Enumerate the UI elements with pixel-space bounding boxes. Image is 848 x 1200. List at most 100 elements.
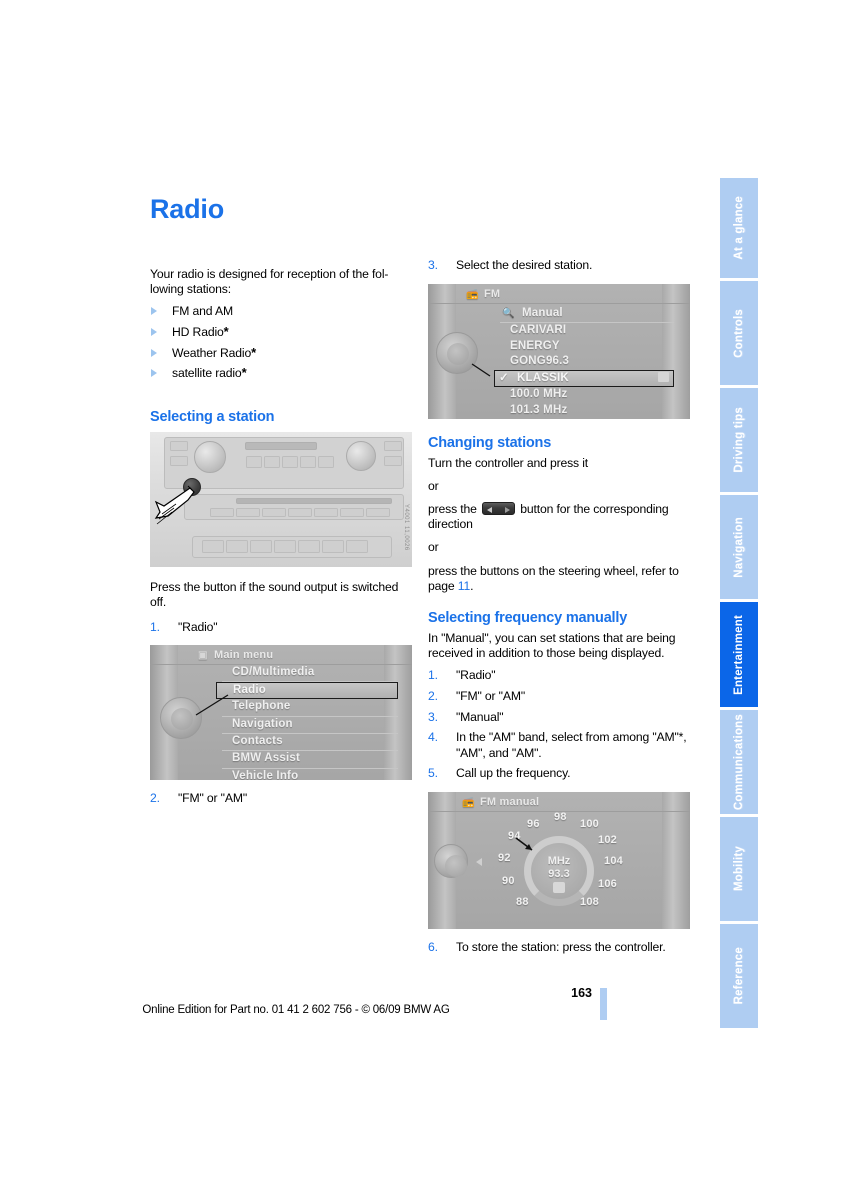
list-item: 5. Call up the frequency. xyxy=(428,766,690,782)
left-column: Radio Your radio is designed for recepti… xyxy=(150,196,412,806)
section-tab-rail: At a glance Controls Driving tips Naviga… xyxy=(720,178,758,1031)
triangle-bullet-icon xyxy=(151,369,157,378)
list-item-selected[interactable]: ✓ KLASSIK xyxy=(494,369,674,388)
dial-tick: 102 xyxy=(598,833,617,846)
step-number: 1. xyxy=(150,620,160,635)
menu-item[interactable]: Navigation xyxy=(222,717,398,734)
radio-tower-icon: 📻 xyxy=(466,288,479,300)
footnote-star: * xyxy=(223,324,229,339)
step-number: 2. xyxy=(150,790,160,805)
seek-rocker-button-icon xyxy=(482,502,516,515)
menu-item[interactable]: Telephone xyxy=(222,699,398,717)
dial-pointer-icon xyxy=(515,837,533,851)
list-item[interactable]: CARIVARI xyxy=(500,323,674,339)
station-label: KLASSIK xyxy=(517,371,569,384)
selecting-frequency-intro: In "Manual", you can set stations that a… xyxy=(428,631,676,661)
page-number: 163 xyxy=(571,986,592,1000)
list-item: 2. "FM" or "AM" xyxy=(428,689,690,705)
right-arrow-icon xyxy=(505,506,511,513)
dial-frequency: 93.3 xyxy=(548,868,570,881)
dial-tick: 98 xyxy=(554,810,567,823)
display-strip xyxy=(245,441,317,450)
page-reference-link[interactable]: 11 xyxy=(458,579,471,593)
intro-paragraph: Your radio is designed for reception of … xyxy=(150,267,389,297)
tab-communications[interactable]: Communications xyxy=(720,710,758,814)
station-label: Manual xyxy=(522,306,563,319)
station-types-list: FM and AM HD Radio* Weather Radio* satel… xyxy=(150,301,412,383)
page-title: Radio xyxy=(150,194,225,224)
dial-tick: 88 xyxy=(516,895,529,908)
menu-item[interactable]: Vehicle Info xyxy=(222,769,398,780)
list-item: 4. In the "AM" band, select from among "… xyxy=(428,730,690,761)
radio-tower-icon: 📻 xyxy=(462,796,475,808)
heading-selecting-a-station: Selecting a station xyxy=(150,408,275,425)
menu-item[interactable]: BMW Assist xyxy=(222,751,398,769)
dial-tick: 106 xyxy=(598,877,617,890)
changing-stations-line2: press the button for the corresponding d… xyxy=(428,502,690,532)
bullet-label: satellite radio xyxy=(172,366,242,381)
tab-entertainment[interactable]: Entertainment xyxy=(720,602,758,707)
upper-button-row xyxy=(246,455,334,468)
figure-caption-sound-output: Press the button if the sound output is … xyxy=(150,579,399,609)
footnote-star: * xyxy=(241,365,247,381)
dial-tick: 96 xyxy=(527,817,540,830)
selecting-station-steps-1-2: 1. "Radio" xyxy=(150,620,412,636)
main-menu-screen-figure: ▣ Main menu CD/Multimedia Radio Telephon… xyxy=(150,644,412,780)
left-rotary-knob xyxy=(194,440,226,473)
step-number: 3. xyxy=(428,709,438,724)
selecting-frequency-steps: 1. "Radio" 2. "FM" or "AM" 3. "Manual" 4… xyxy=(428,668,690,782)
left-arrow-icon xyxy=(476,857,482,866)
dial-tick: 90 xyxy=(502,874,515,887)
right-column: 3. Select the desired station. 📻 FM 🔍 Ma… xyxy=(428,196,690,956)
screen-title-bar: 📻 FM xyxy=(428,288,690,304)
selecting-frequency-step-6: 6. To store the station: press the contr… xyxy=(428,940,690,956)
right-rotary-knob xyxy=(346,440,376,471)
list-item[interactable]: GONG96.3 xyxy=(500,354,674,370)
right-side-buttons xyxy=(384,440,402,466)
list-item: Weather Radio* xyxy=(150,343,412,364)
triangle-bullet-icon xyxy=(151,348,157,357)
menu-item[interactable]: CD/Multimedia xyxy=(222,665,398,683)
list-item[interactable]: ENERGY xyxy=(500,339,674,355)
list-item: 3. "Manual" xyxy=(428,710,690,726)
menu-item[interactable]: Contacts xyxy=(222,734,398,752)
tab-driving-tips[interactable]: Driving tips xyxy=(720,388,758,492)
list-item: 1. "Radio" xyxy=(150,620,412,636)
list-item: 1. "Radio" xyxy=(428,668,690,684)
tab-navigation[interactable]: Navigation xyxy=(720,495,758,599)
cd-slot xyxy=(236,497,392,504)
screen-title: FM manual xyxy=(480,795,540,808)
menu-item-selected[interactable]: Radio xyxy=(216,682,398,700)
list-item[interactable]: 100.0 MHz xyxy=(500,387,674,403)
heading-selecting-frequency: Selecting frequency manually xyxy=(428,610,628,627)
step-number: 1. xyxy=(428,668,438,683)
list-item: FM and AM xyxy=(150,301,412,322)
step-text: Select the desired station. xyxy=(456,258,593,272)
step-text: To store the station: press the controll… xyxy=(456,939,666,954)
screen-title: FM xyxy=(484,287,501,300)
search-icon: 🔍 xyxy=(502,307,515,319)
step-text: "FM" or "AM" xyxy=(178,790,247,805)
list-item[interactable]: 101.3 MHz xyxy=(500,403,674,419)
tab-reference[interactable]: Reference xyxy=(720,924,758,1028)
footnote-star: * xyxy=(251,344,257,360)
dial-unit: MHz xyxy=(547,855,571,868)
changing-stations-or-1: or xyxy=(428,478,439,493)
changing-stations-or-2: or xyxy=(428,540,439,555)
fm-station-list-figure: 📻 FM 🔍 Manual CARIVARI ENERGY GONG96.3 ✓… xyxy=(428,283,690,419)
hd-radio-icon xyxy=(553,882,565,894)
step-number: 5. xyxy=(428,766,438,781)
tab-controls[interactable]: Controls xyxy=(720,281,758,385)
tab-label: Reference xyxy=(733,947,745,1005)
triangle-bullet-icon xyxy=(151,307,157,316)
fm-station-list: 🔍 Manual CARIVARI ENERGY GONG96.3 ✓ KLAS… xyxy=(494,306,674,419)
page-edge-marker xyxy=(600,988,607,1020)
tab-at-a-glance[interactable]: At a glance xyxy=(720,178,758,278)
tab-mobility[interactable]: Mobility xyxy=(720,817,758,921)
screen-title: Main menu xyxy=(214,648,274,661)
lower-button-row xyxy=(202,539,368,553)
tab-label: Mobility xyxy=(733,846,745,892)
list-item-manual[interactable]: 🔍 Manual xyxy=(500,306,674,324)
step-number: 4. xyxy=(428,730,438,745)
list-item: 3. Select the desired station. xyxy=(428,258,690,274)
